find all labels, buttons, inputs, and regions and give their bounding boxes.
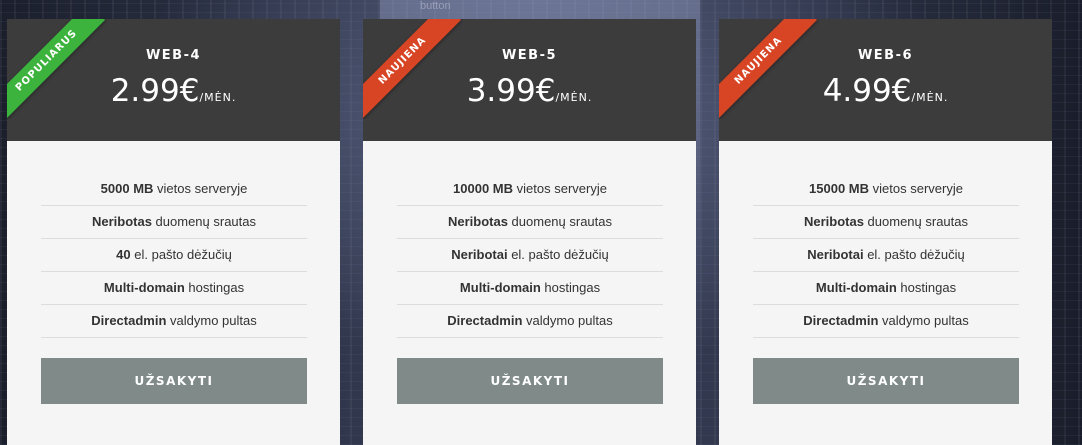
background-hint-text: button — [420, 0, 451, 12]
feature-text: valdymo pultas — [166, 313, 257, 328]
feature-text: hostingas — [896, 280, 957, 295]
feature-item: Multi-domain hostingas — [41, 272, 307, 305]
popular-ribbon: POPULIARUS — [7, 19, 105, 119]
price-period: /MĖN. — [199, 91, 237, 104]
feature-highlight: 40 — [116, 247, 131, 262]
feature-highlight: Neribotai — [451, 247, 508, 262]
feature-highlight: Directadmin — [447, 313, 523, 328]
feature-text: el. pašto dėžučių — [507, 247, 609, 262]
feature-list: 15000 MB vietos serveryje Neribotas duom… — [753, 173, 1019, 338]
price-period: /MĖN. — [555, 91, 593, 104]
feature-highlight: Directadmin — [91, 313, 167, 328]
feature-text: el. pašto dėžučių — [863, 247, 965, 262]
feature-text: vietos serveryje — [513, 181, 607, 196]
feature-item: Directadmin valdymo pultas — [753, 305, 1019, 338]
feature-text: vietos serveryje — [869, 181, 963, 196]
price-period: /MĖN. — [911, 91, 949, 104]
feature-text: duomenų srautas — [863, 214, 969, 229]
order-button[interactable]: UŽSAKYTI — [753, 358, 1019, 404]
pricing-card-web-6: WEB-6 4.99€/MĖN. NAUJIENA 15000 MB vieto… — [719, 19, 1052, 445]
feature-text: duomenų srautas — [507, 214, 613, 229]
feature-item: Neribotas duomenų srautas — [41, 206, 307, 239]
feature-highlight: 10000 MB — [453, 181, 514, 196]
plan-price: 2.99€ — [110, 73, 200, 109]
feature-item: 40 el. pašto dėžučių — [41, 239, 307, 272]
feature-highlight: 5000 MB — [100, 181, 154, 196]
feature-item: Directadmin valdymo pultas — [41, 305, 307, 338]
feature-item: Multi-domain hostingas — [397, 272, 663, 305]
plan-price: 3.99€ — [466, 73, 556, 109]
feature-item: 5000 MB vietos serveryje — [41, 173, 307, 206]
feature-text: el. pašto dėžučių — [130, 247, 232, 262]
ribbon-corner: NAUJIENA — [363, 19, 463, 119]
feature-item: 15000 MB vietos serveryje — [753, 173, 1019, 206]
order-button[interactable]: UŽSAKYTI — [397, 358, 663, 404]
feature-text: vietos serveryje — [153, 181, 248, 196]
ribbon-corner: POPULIARUS — [7, 19, 107, 119]
new-ribbon: NAUJIENA — [719, 19, 817, 119]
pricing-card-web-5: WEB-5 3.99€/MĖN. NAUJIENA 10000 MB vieto… — [363, 19, 696, 445]
feature-highlight: Neribotas — [803, 214, 864, 229]
plan-price: 4.99€ — [822, 73, 912, 109]
feature-highlight: Directadmin — [803, 313, 879, 328]
feature-text: hostingas — [540, 280, 601, 295]
feature-item: Directadmin valdymo pultas — [397, 305, 663, 338]
feature-item: 10000 MB vietos serveryje — [397, 173, 663, 206]
feature-item: Neribotai el. pašto dėžučių — [397, 239, 663, 272]
feature-list: 10000 MB vietos serveryje Neribotas duom… — [397, 173, 663, 338]
ribbon-corner: NAUJIENA — [719, 19, 819, 119]
feature-highlight: Neribotas — [447, 214, 508, 229]
feature-highlight: 15000 MB — [809, 181, 870, 196]
feature-text: duomenų srautas — [151, 214, 257, 229]
feature-highlight: Neribotas — [91, 214, 152, 229]
feature-highlight: Multi-domain — [815, 280, 897, 295]
feature-item: Multi-domain hostingas — [753, 272, 1019, 305]
feature-item: Neribotas duomenų srautas — [753, 206, 1019, 239]
order-button[interactable]: UŽSAKYTI — [41, 358, 307, 404]
pricing-card-web-4: WEB-4 2.99€/MĖN. POPULIARUS 5000 MB viet… — [7, 19, 340, 445]
new-ribbon: NAUJIENA — [363, 19, 461, 119]
feature-highlight: Multi-domain — [459, 280, 541, 295]
feature-highlight: Multi-domain — [103, 280, 185, 295]
feature-text: valdymo pultas — [878, 313, 969, 328]
feature-text: valdymo pultas — [522, 313, 613, 328]
feature-list: 5000 MB vietos serveryje Neribotas duome… — [41, 173, 307, 338]
feature-text: hostingas — [184, 280, 245, 295]
feature-item: Neribotai el. pašto dėžučių — [753, 239, 1019, 272]
feature-highlight: Neribotai — [807, 247, 864, 262]
feature-item: Neribotas duomenų srautas — [397, 206, 663, 239]
